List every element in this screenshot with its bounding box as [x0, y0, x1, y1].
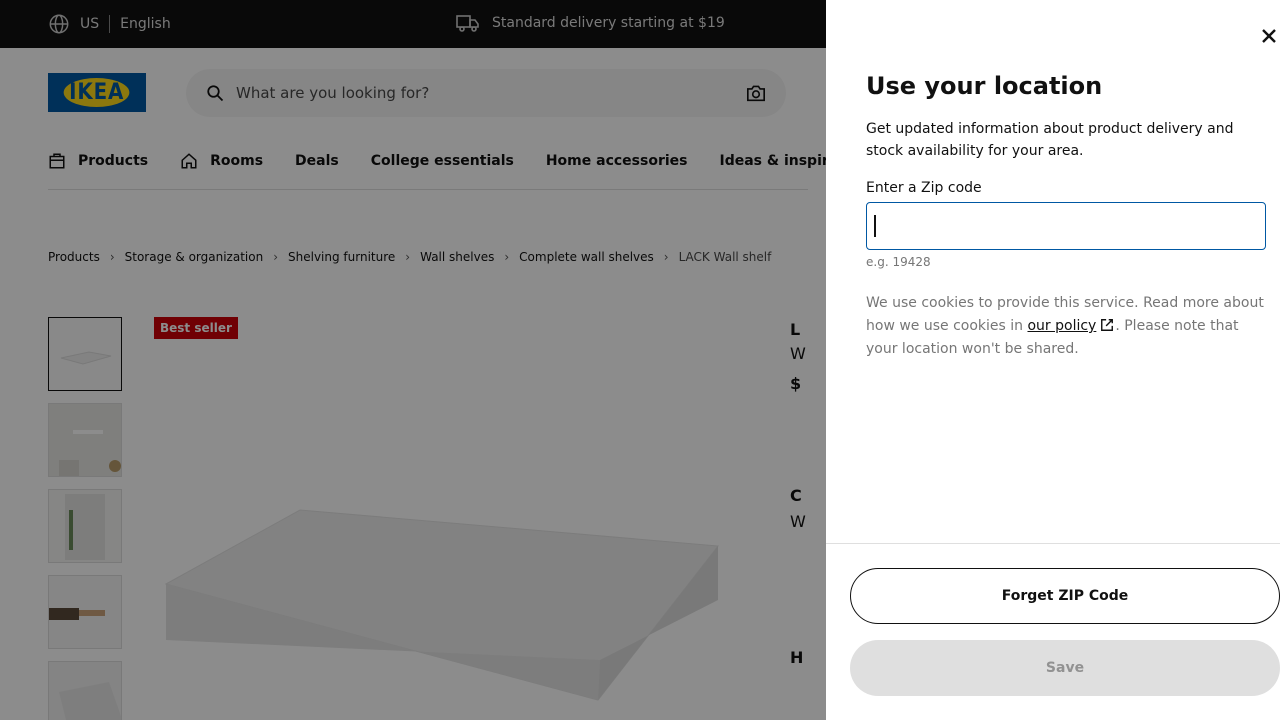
external-link-icon: [1101, 319, 1114, 331]
cookie-notice: We use cookies to provide this service. …: [866, 292, 1266, 361]
modal-title: Use your location: [866, 72, 1103, 100]
forget-zip-button[interactable]: Forget ZIP Code: [850, 568, 1280, 624]
modal-divider: [826, 543, 1280, 544]
save-button[interactable]: Save: [850, 640, 1280, 696]
text-caret: [874, 215, 876, 237]
close-icon[interactable]: [1259, 26, 1279, 46]
modal-description: Get updated information about product de…: [866, 121, 1234, 159]
zip-code-input[interactable]: [866, 202, 1266, 250]
zip-hint: e.g. 19428: [866, 255, 931, 269]
policy-link[interactable]: our policy: [1027, 318, 1096, 334]
zip-label: Enter a Zip code: [866, 180, 982, 196]
